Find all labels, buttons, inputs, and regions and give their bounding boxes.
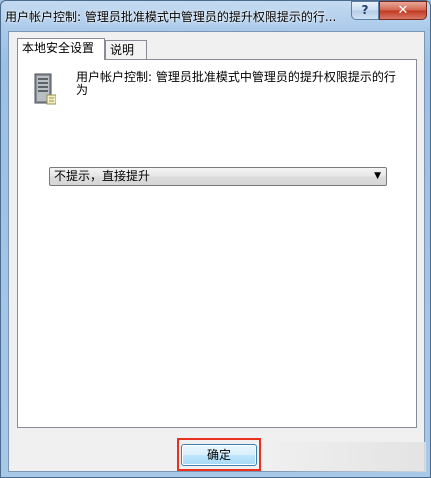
tab-label: 本地安全设置 bbox=[22, 41, 95, 55]
dialog-body: 本地安全设置 说明 用户帐户控制: 管理员批准模式中管理员的提升权限提示的行为 … bbox=[8, 31, 426, 472]
tab-label: 说明 bbox=[110, 43, 135, 57]
dialog-window: 用户帐户控制: 管理员批准模式中管理员的提升权限提示的行... ? ✕ 本地安全… bbox=[0, 0, 431, 478]
help-button[interactable]: ? bbox=[351, 1, 379, 20]
highlight-box bbox=[177, 438, 261, 471]
select-value: 不提示，直接提升 bbox=[54, 169, 151, 183]
tab-panel: 用户帐户控制: 管理员批准模式中管理员的提升权限提示的行为 不提示，直接提升 ▼ bbox=[17, 59, 417, 428]
tab-explain[interactable]: 说明 bbox=[105, 40, 147, 60]
close-button[interactable]: ✕ bbox=[379, 1, 427, 20]
window-title: 用户帐户控制: 管理员批准模式中管理员的提升权限提示的行... bbox=[5, 10, 337, 24]
close-icon: ✕ bbox=[397, 3, 409, 18]
help-icon: ? bbox=[361, 3, 369, 17]
server-icon bbox=[34, 73, 56, 105]
faded-overlay bbox=[264, 442, 426, 472]
policy-title: 用户帐户控制: 管理员批准模式中管理员的提升权限提示的行为 bbox=[76, 70, 396, 97]
tab-local-security-setting[interactable]: 本地安全设置 bbox=[17, 38, 105, 60]
chevron-down-icon: ▼ bbox=[374, 171, 381, 181]
elevation-behavior-select[interactable]: 不提示，直接提升 ▼ bbox=[49, 167, 387, 186]
